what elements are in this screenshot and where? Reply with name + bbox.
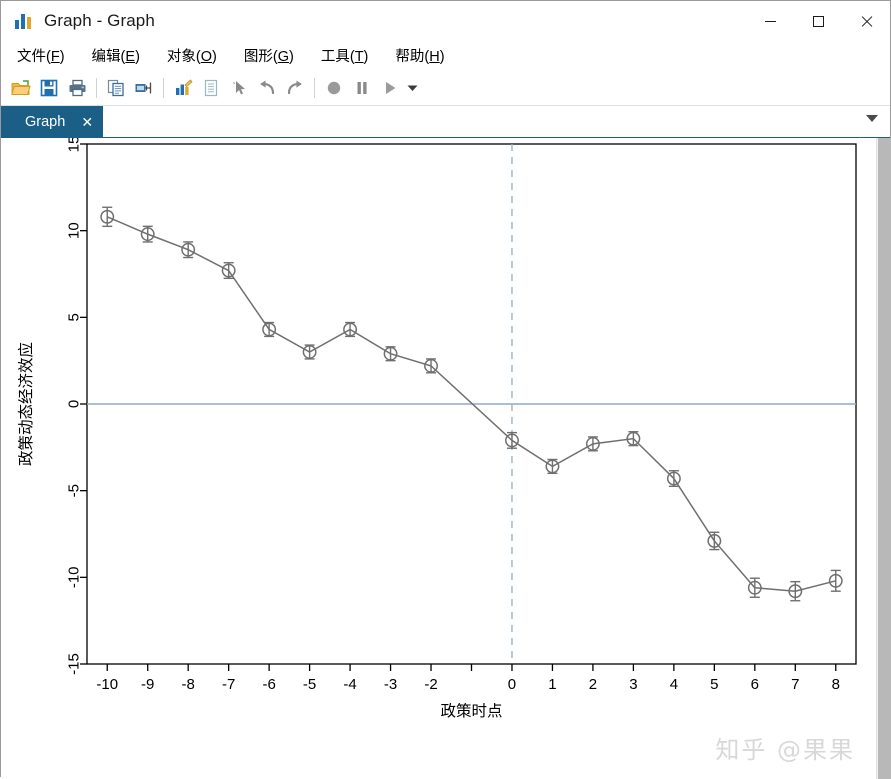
x-tick-label: 6 [751,676,759,693]
menu-label-object: 对象( [166,49,201,65]
tab-graph[interactable]: Graph ✕ [1,106,104,137]
title-bar: Graph - Graph [1,1,890,41]
minimize-button[interactable] [746,1,794,41]
event-study-plot: -15 -10 -5 0 5 10 15 -10 -9 -8 -7 -6 -5 -4 -3 -2 0 1 2 3 4 5 6… [16,138,857,720]
chevron-down-icon[interactable] [866,115,878,122]
x-tick-label: 4 [670,676,678,693]
maximize-icon [812,15,824,27]
print-icon[interactable] [63,74,91,102]
close-icon [860,15,873,28]
x-tick-label: -4 [343,676,356,693]
tab-close-icon[interactable]: ✕ [81,115,93,129]
x-tick-label: 7 [791,676,799,693]
toolbar-overflow-button[interactable] [404,74,420,102]
menu-paren-edit: ) [135,49,140,65]
x-tick-label: -7 [222,676,235,693]
undo-icon[interactable] [253,74,281,102]
toolbar-separator [314,77,315,98]
x-tick-label: -2 [424,676,437,693]
menu-item-graphics[interactable]: 图形(G) [244,45,294,66]
window-title: Graph - Graph [44,11,155,30]
x-tick-label: -5 [303,676,316,693]
close-button[interactable] [842,1,890,41]
menu-label-edit: 编辑( [91,49,126,65]
record-icon[interactable] [320,74,348,102]
x-tick-label: -8 [182,676,195,693]
minimize-icon [764,20,776,22]
scrollbar-thumb[interactable] [878,138,891,779]
y-tick-label: 0 [66,400,83,408]
menu-key-graphics: G [277,49,289,65]
x-tick-label: -3 [384,676,397,693]
document-icon[interactable] [197,74,225,102]
menu-paren-file: ) [59,49,65,65]
menu-key-object: O [200,49,213,65]
menu-item-object[interactable]: 对象(O) [167,45,217,66]
y-tick-label: -10 [66,566,83,588]
menu-item-help[interactable]: 帮助(H) [395,45,444,66]
pointer-icon[interactable] [225,74,253,102]
bar-chart-icon [15,13,33,29]
x-tick-label: -9 [141,676,154,693]
menu-paren-tools: ) [363,49,369,65]
x-tick-label: 2 [589,676,597,693]
x-tick-label: 3 [629,676,637,693]
toolbar [1,70,890,106]
y-tick-label: 15 [66,138,83,152]
menu-label-graphics: 图形( [243,49,278,65]
save-icon[interactable] [35,74,63,102]
x-axis-title: 政策时点 [440,702,502,720]
toolbar-separator [163,77,164,98]
window-controls [746,1,890,41]
x-tick-label: -10 [96,676,118,693]
pause-icon[interactable] [348,74,376,102]
new-graph-icon[interactable] [169,74,197,102]
y-tick-label: 5 [66,313,83,321]
y-tick-label: 10 [66,222,83,239]
open-icon[interactable] [7,74,35,102]
menu-label-file: 文件( [17,49,51,65]
maximize-button[interactable] [794,1,842,41]
graph-canvas-area: -15 -10 -5 0 5 10 15 -10 -9 -8 -7 -6 -5 -4 -3 -2 0 1 2 3 4 5 6… [1,138,891,779]
y-tick-label: -15 [66,653,83,675]
menu-paren-object: ) [212,49,217,65]
toolbar-separator [96,77,97,98]
menu-paren-help: ) [439,49,445,65]
vertical-scrollbar[interactable] [876,138,891,779]
menu-bar: 文件(F) 编辑(E) 对象(O) 图形(G) 工具(T) 帮助(H) [1,41,890,70]
x-tick-label: 5 [710,676,718,693]
watermark-text: 知乎 @果果 [715,736,855,764]
menu-key-file: F [50,49,60,65]
copy-icon[interactable] [102,74,130,102]
menu-label-tools: 工具( [320,49,355,65]
menu-paren-graphics: ) [289,49,294,65]
menu-key-help: H [429,49,440,65]
play-icon[interactable] [376,74,404,102]
x-tick-label: 1 [548,676,556,693]
stata-graph-window: Graph - Graph 文件(F) 编辑(E) 对象(O) 图形(G) 工具… [0,0,891,779]
y-axis-title: 政策动态经济效应 [16,342,35,466]
menu-item-edit[interactable]: 编辑(E) [92,45,140,66]
x-tick-label: 0 [508,676,516,693]
graph-surface[interactable]: -15 -10 -5 0 5 10 15 -10 -9 -8 -7 -6 -5 -4 -3 -2 0 1 2 3 4 5 6… [1,138,877,779]
menu-item-tools[interactable]: 工具(T) [321,45,369,66]
y-tick-label: -5 [66,484,83,497]
menu-key-edit: E [125,49,136,65]
paste-special-icon[interactable] [130,74,158,102]
menu-item-file[interactable]: 文件(F) [17,45,65,66]
menu-key-tools: T [354,49,364,65]
redo-icon[interactable] [281,74,309,102]
x-tick-label: 8 [832,676,840,693]
tab-graph-label: Graph [25,113,66,130]
x-tick-label: -6 [262,676,275,693]
menu-label-help: 帮助( [395,49,430,65]
tab-strip: Graph ✕ [1,106,890,138]
